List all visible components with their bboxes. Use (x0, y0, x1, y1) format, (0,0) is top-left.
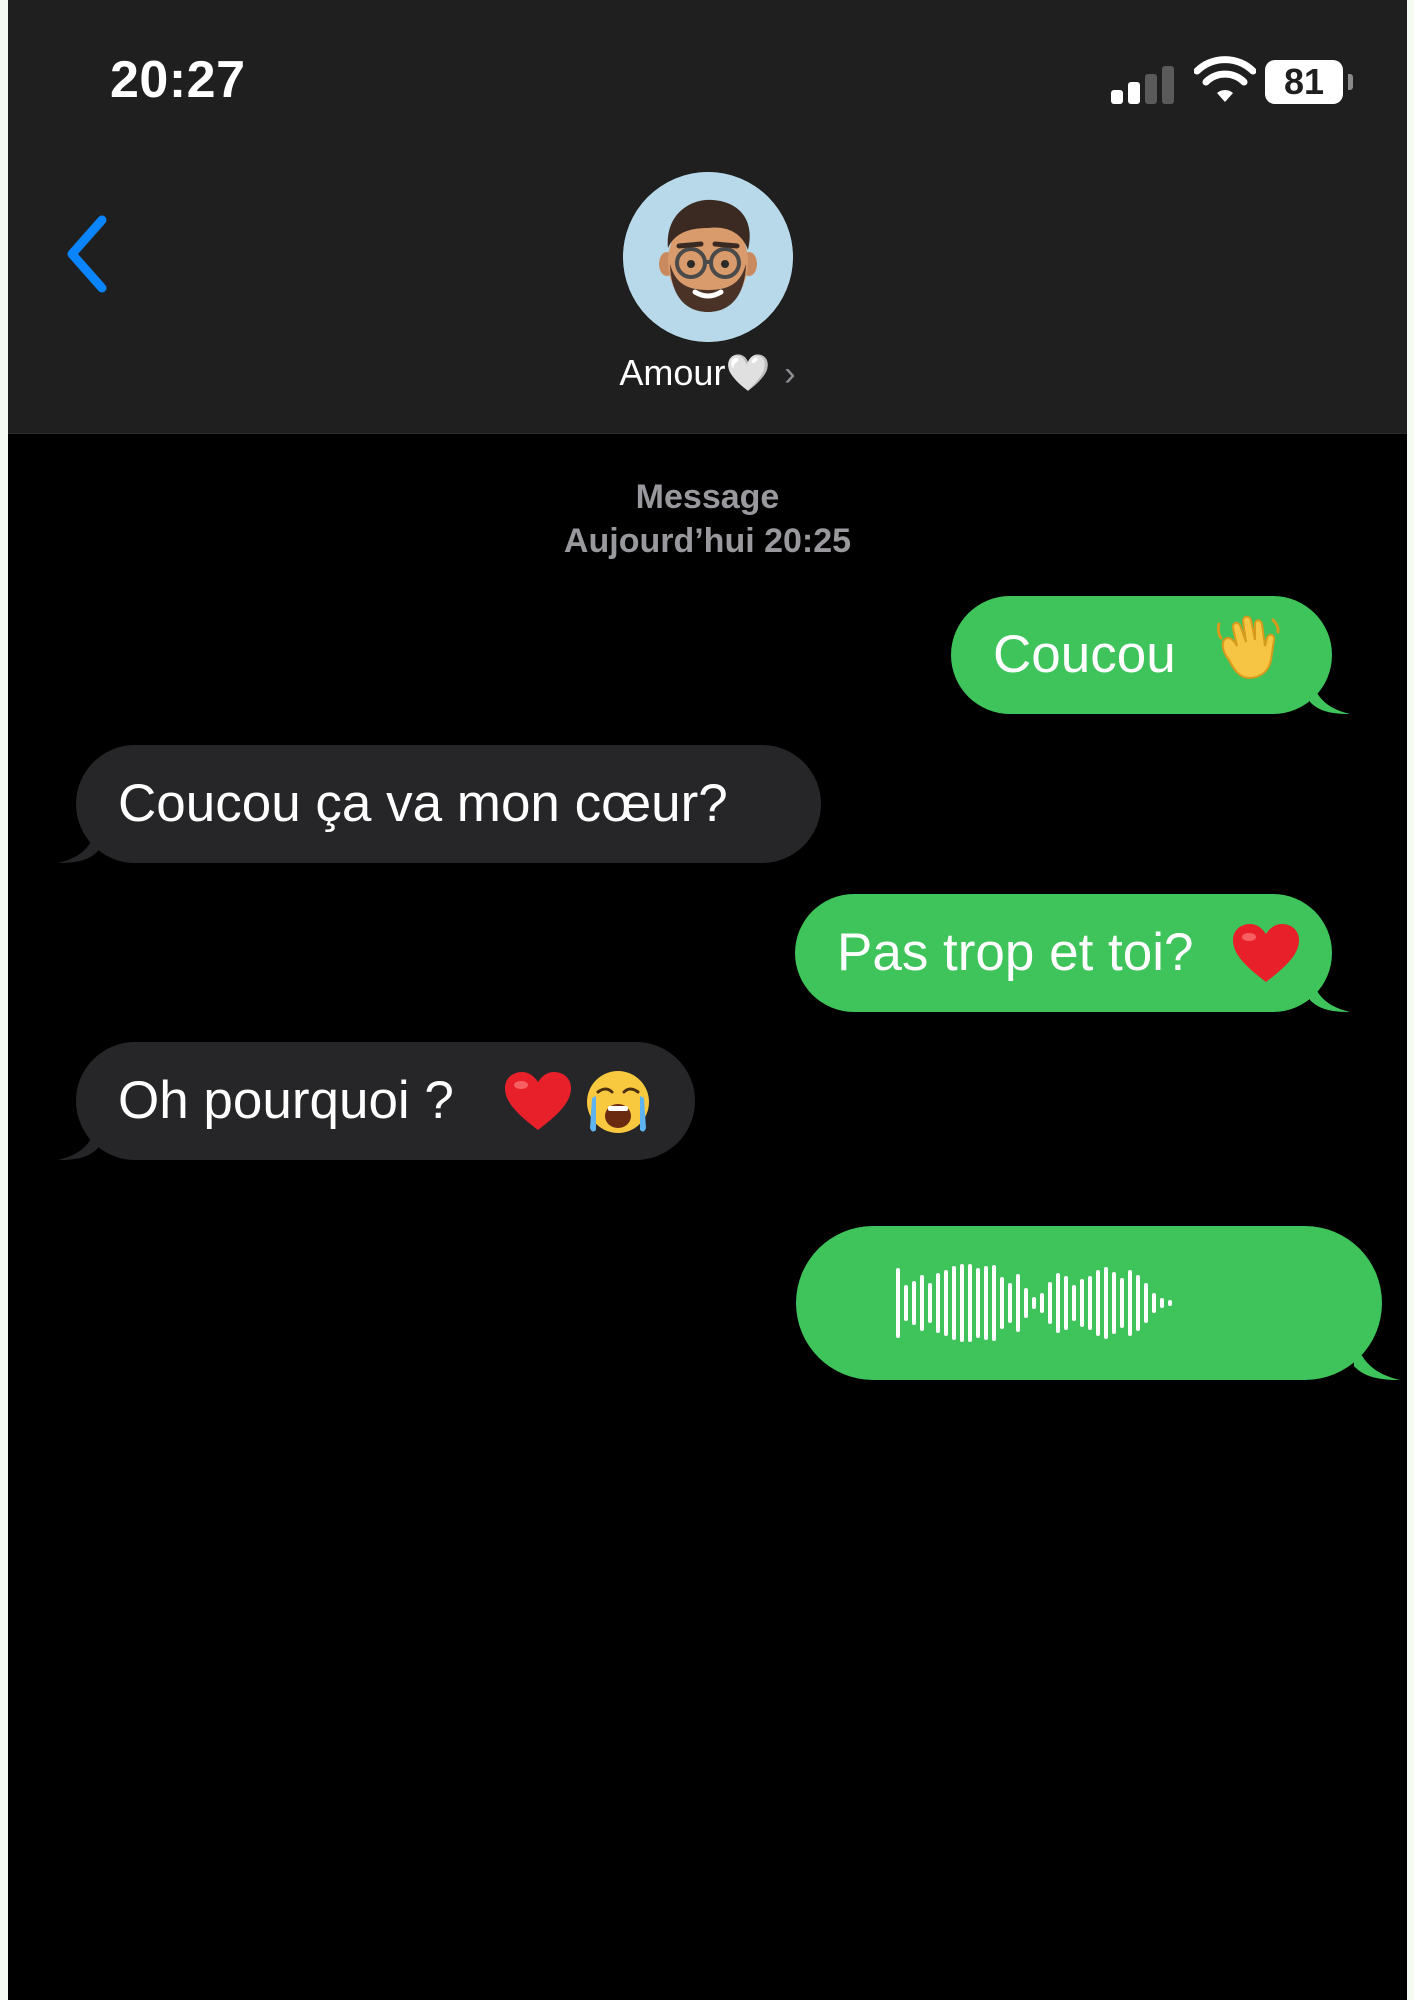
sent-message-bubble[interactable]: Coucou (951, 596, 1350, 714)
chevron-left-icon[interactable] (60, 212, 116, 296)
received-message-bubble[interactable]: Oh pourquoi ? (58, 1042, 695, 1160)
loudly-crying-face-emoji-icon (587, 1071, 649, 1133)
message-text: Coucou ça va mon cœur? (118, 774, 728, 833)
messages-screen: 20:27 81 Amour🤍 › Message Aujourd’hui 20… (8, 0, 1407, 2000)
contact-name: Amour🤍 (619, 352, 771, 393)
service-label: Message (635, 478, 780, 516)
wifi-icon (1194, 56, 1256, 102)
red-heart-emoji-icon (1233, 924, 1299, 982)
received-message-bubble[interactable]: Coucou ça va mon cœur? (58, 745, 821, 863)
conversation-date: Aujourd’hui 20:25 (563, 522, 852, 560)
red-heart-emoji-icon (505, 1072, 571, 1130)
voice-message-bubble[interactable] (796, 1226, 1400, 1380)
battery-icon: 81 (1265, 60, 1353, 104)
contact-name-button[interactable]: Amour🤍 › (8, 352, 1407, 394)
message-text: Pas trop et toi? (837, 923, 1194, 982)
status-time: 20:27 (110, 51, 246, 109)
message-text: Oh pourquoi ? (118, 1071, 454, 1130)
message-text: Coucou (993, 625, 1176, 684)
avatar[interactable] (623, 172, 793, 342)
audio-waveform-icon (896, 1226, 1172, 1380)
waving-hand-emoji-icon (1216, 615, 1280, 680)
memoji-avatar-icon (623, 172, 793, 342)
conversation-header: 20:27 81 Amour🤍 › (8, 0, 1407, 434)
cellular-signal-icon (1111, 64, 1181, 104)
chevron-right-icon: › (784, 355, 796, 393)
battery-level: 81 (1265, 60, 1343, 104)
sent-message-bubble[interactable]: Pas trop et toi? (795, 894, 1350, 1012)
